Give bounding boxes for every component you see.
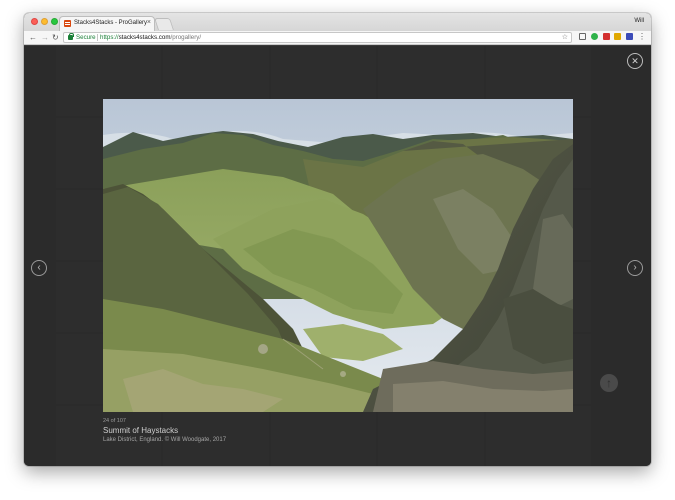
- address-bar[interactable]: Secure https://stacks4stacks.com/progall…: [63, 32, 572, 43]
- scroll-to-top-button[interactable]: ↑: [600, 374, 618, 392]
- extension-chart-icon[interactable]: [614, 33, 621, 40]
- extension-doc-icon[interactable]: [626, 33, 633, 40]
- window-minimize-button[interactable]: [41, 18, 48, 25]
- secure-label: Secure: [76, 34, 96, 41]
- image-caption: 24 of 107 Summit of Haystacks Lake Distr…: [103, 418, 573, 443]
- window-maximize-button[interactable]: [51, 18, 58, 25]
- image-index: 24 of 107: [103, 418, 126, 424]
- tab-title: Stacks4Stacks - ProGallery: [74, 20, 148, 26]
- extension-red-icon[interactable]: [603, 33, 610, 40]
- next-image-button[interactable]: ›: [627, 260, 643, 276]
- window-close-button[interactable]: [31, 18, 38, 25]
- url-protocol: https://: [100, 34, 119, 41]
- image-title: Summit of Haystacks: [103, 426, 179, 435]
- new-tab-button[interactable]: [154, 18, 174, 30]
- browser-tab[interactable]: Stacks4Stacks - ProGallery ×: [59, 16, 155, 31]
- browser-window: Stacks4Stacks - ProGallery × Will ← → ↻ …: [24, 13, 651, 466]
- url-text[interactable]: https://stacks4stacks.com/progallery/: [100, 34, 201, 41]
- image-credit: Lake District, England. © Will Woodgate,…: [103, 437, 227, 443]
- star-icon[interactable]: ☆: [562, 33, 568, 41]
- profile-name[interactable]: Will: [634, 18, 644, 24]
- back-button[interactable]: ←: [29, 33, 37, 43]
- tab-strip: Stacks4Stacks - ProGallery × Will: [24, 13, 651, 31]
- lightbox-photo: [103, 99, 573, 412]
- mountain-landscape-image: [103, 99, 573, 412]
- tab-close-icon[interactable]: ×: [147, 19, 151, 26]
- address-separator: [97, 34, 98, 41]
- menu-icon[interactable]: ⋮: [638, 32, 646, 41]
- extension-green-icon[interactable]: [591, 33, 598, 40]
- page-content: ✕ ‹ › ↑ 24 of 107 Summit of Haystacks La…: [24, 46, 651, 466]
- reload-button[interactable]: ↻: [52, 33, 59, 43]
- forward-button[interactable]: →: [41, 33, 49, 43]
- lock-icon: [68, 33, 74, 40]
- cast-icon[interactable]: [579, 33, 586, 40]
- browser-toolbar: ← → ↻ Secure https://stacks4stacks.com/p…: [24, 31, 651, 45]
- previous-image-button[interactable]: ‹: [31, 260, 47, 276]
- site-favicon-icon: [64, 20, 71, 27]
- url-host: stacks4stacks.com: [118, 34, 171, 41]
- url-path: /progallery/: [170, 34, 202, 41]
- lightbox-close-button[interactable]: ✕: [627, 53, 643, 69]
